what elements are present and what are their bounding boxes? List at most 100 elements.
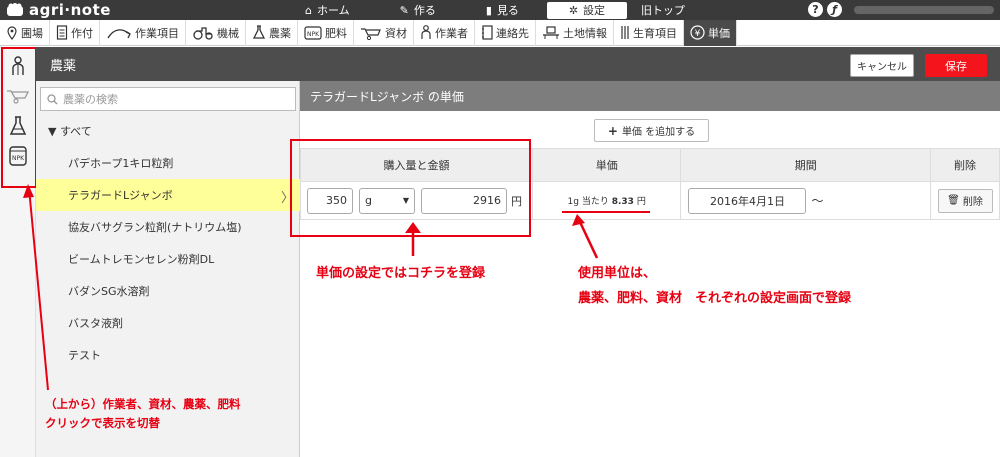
tractor-icon	[193, 26, 213, 40]
nav-old-top-label: 旧トップ	[640, 4, 685, 17]
tab-cropping[interactable]: 作付	[50, 19, 100, 46]
list-item-selected[interactable]: テラガードLジャンボ〉	[36, 179, 300, 211]
nav-create[interactable]: ✎ 作る	[390, 2, 446, 19]
help-icon[interactable]: ?	[808, 2, 823, 17]
tab-contacts[interactable]: 連絡先	[475, 19, 536, 46]
svg-text:NPK: NPK	[307, 31, 320, 38]
annotation-unit-line2: 農薬、肥料、資材 それぞれの設定画面で登録	[578, 291, 852, 306]
delete-button[interactable]: 🗑 削除	[937, 188, 993, 213]
tab-cropping-label: 作付	[71, 26, 93, 40]
arrow-to-unit-price	[578, 221, 599, 259]
annotation-sidebar-line2: クリックで表示を切替	[45, 416, 160, 430]
list-item-label: バダンSG水溶剤	[68, 285, 150, 298]
list-item[interactable]: バダンSG水溶剤	[36, 275, 300, 307]
list-item[interactable]: 協友バサグラン粒剤(ナトリウム塩)	[36, 211, 300, 243]
tab-land-info-label: 土地情報	[563, 26, 607, 40]
unit-price-cell: 1g 当たり 8.33 円	[531, 181, 682, 220]
nav-settings[interactable]: ✲ 設定	[546, 1, 627, 19]
growth-icon	[621, 26, 629, 39]
main-title: テラガードLジャンボ の単価	[310, 89, 464, 104]
list-item-label: ビームトレモンセレン粉剤DL	[68, 253, 215, 266]
annotation-price-setting: 単価の設定ではコチラを登録	[316, 266, 486, 281]
tab-fertilizer-label: 肥料	[325, 26, 347, 40]
pesticide-list: パデホープ1キロ粒剤 テラガードLジャンボ〉 協友バサグラン粒剤(ナトリウム塩)…	[36, 147, 300, 371]
tab-pesticide-label: 農薬	[269, 26, 291, 40]
home-icon: ⌂	[305, 3, 312, 17]
col-unit-price: 単価	[531, 148, 682, 182]
pin-icon	[7, 25, 17, 40]
nav-home[interactable]: ⌂ ホーム	[295, 2, 360, 19]
tree-root-all[interactable]: ▼ すべて	[48, 123, 92, 139]
list-item[interactable]: ビームトレモンセレン粉剤DL	[36, 243, 300, 275]
nav-old-top[interactable]: 旧トップ	[631, 2, 695, 19]
list-item-label: テラガードLジャンボ	[68, 189, 173, 202]
delete-label: 削除	[962, 197, 983, 208]
save-button[interactable]: 保存	[925, 54, 987, 77]
nav-settings-label: 設定	[583, 4, 606, 17]
unit-price-suffix: 円	[636, 197, 646, 207]
nav-view[interactable]: ▮ 見る	[476, 2, 529, 19]
tab-contacts-label: 連絡先	[496, 26, 529, 40]
list-item[interactable]: パデホープ1キロ粒剤	[36, 147, 300, 179]
nav-home-label: ホーム	[316, 4, 350, 17]
address-book-icon	[482, 25, 493, 40]
tab-unit-price[interactable]: ¥ 単価	[684, 19, 737, 46]
master-tab-bar: 圃場 作付 作業項目 機械 農薬 NPK 肥料 資材 作業者 連絡先 土地情報 …	[0, 19, 1000, 46]
tab-materials-label: 資材	[385, 26, 407, 40]
add-unit-price-label: 単価 を追加する	[621, 127, 696, 138]
col-period: 期間	[680, 148, 932, 182]
user-area: ? ƒ	[808, 2, 994, 17]
search-placeholder: 農薬の検索	[63, 93, 118, 106]
tab-field[interactable]: 圃場	[0, 19, 50, 46]
main-title-bar: テラガードLジャンボ の単価	[300, 81, 1000, 111]
tab-workers-label: 作業者	[435, 26, 468, 40]
start-date-input[interactable]: 2016年4月1日	[688, 187, 807, 214]
tab-work-items[interactable]: 作業項目	[100, 19, 186, 46]
tab-machinery[interactable]: 機械	[186, 19, 246, 46]
rail-highlight-box	[1, 47, 37, 188]
tab-materials[interactable]: 資材	[354, 19, 414, 46]
tab-growth-items[interactable]: 生育項目	[614, 19, 684, 46]
tab-fertilizer[interactable]: NPK 肥料	[298, 19, 354, 46]
add-unit-price-button[interactable]: + 単価 を追加する	[594, 119, 709, 142]
logo-text: agri·note	[29, 1, 111, 19]
tab-workers[interactable]: 作業者	[414, 19, 475, 46]
annotation-unit-line1: 使用単位は、	[578, 266, 657, 281]
list-item-label: パデホープ1キロ粒剤	[68, 157, 174, 170]
list-item[interactable]: バスタ液剤	[36, 307, 300, 339]
user-avatar-icon[interactable]: ƒ	[827, 2, 842, 17]
logo-icon	[7, 3, 23, 16]
book-icon: ▮	[485, 3, 492, 17]
list-item-label: バスタ液剤	[68, 317, 123, 330]
tab-unit-price-label: 単価	[708, 26, 730, 40]
list-item-label: 協友バサグラン粒剤(ナトリウム塩)	[68, 221, 242, 234]
app-logo[interactable]: agri·note	[0, 1, 200, 19]
quantity-highlight-box	[290, 139, 531, 237]
trash-icon: 🗑	[947, 195, 960, 206]
tab-work-items-label: 作業項目	[135, 26, 179, 40]
period-tilde: 〜	[811, 194, 824, 208]
npk-icon: NPK	[304, 25, 322, 40]
gear-icon: ✲	[568, 3, 579, 17]
tab-land-info[interactable]: 土地情報	[536, 19, 614, 46]
tab-pesticide[interactable]: 農薬	[246, 19, 298, 46]
pesticide-search-input[interactable]: 農薬の検索	[40, 87, 296, 111]
list-item[interactable]: テスト	[36, 339, 300, 371]
tab-machinery-label: 機械	[217, 26, 239, 40]
unit-price-value: 8.33	[611, 197, 634, 207]
col-delete: 削除	[930, 148, 1000, 182]
tab-growth-items-label: 生育項目	[633, 26, 677, 40]
period-cell: 2016年4月1日 〜	[680, 181, 932, 220]
document-icon	[56, 25, 68, 40]
list-item-label: テスト	[68, 349, 101, 362]
plus-icon: +	[607, 123, 618, 138]
annotation-sidebar-line1: （上から）作業者、資材、農薬、肥料	[45, 397, 241, 411]
flask-icon	[252, 25, 266, 39]
cancel-button[interactable]: キャンセル	[850, 54, 914, 77]
unit-price-prefix: 1g 当たり	[567, 197, 609, 207]
yen-icon: ¥	[690, 25, 705, 40]
svg-text:¥: ¥	[695, 29, 701, 39]
start-date-value: 2016年4月1日	[709, 194, 785, 208]
nav-create-label: 作る	[413, 4, 436, 17]
section-title: 農薬	[50, 58, 77, 74]
